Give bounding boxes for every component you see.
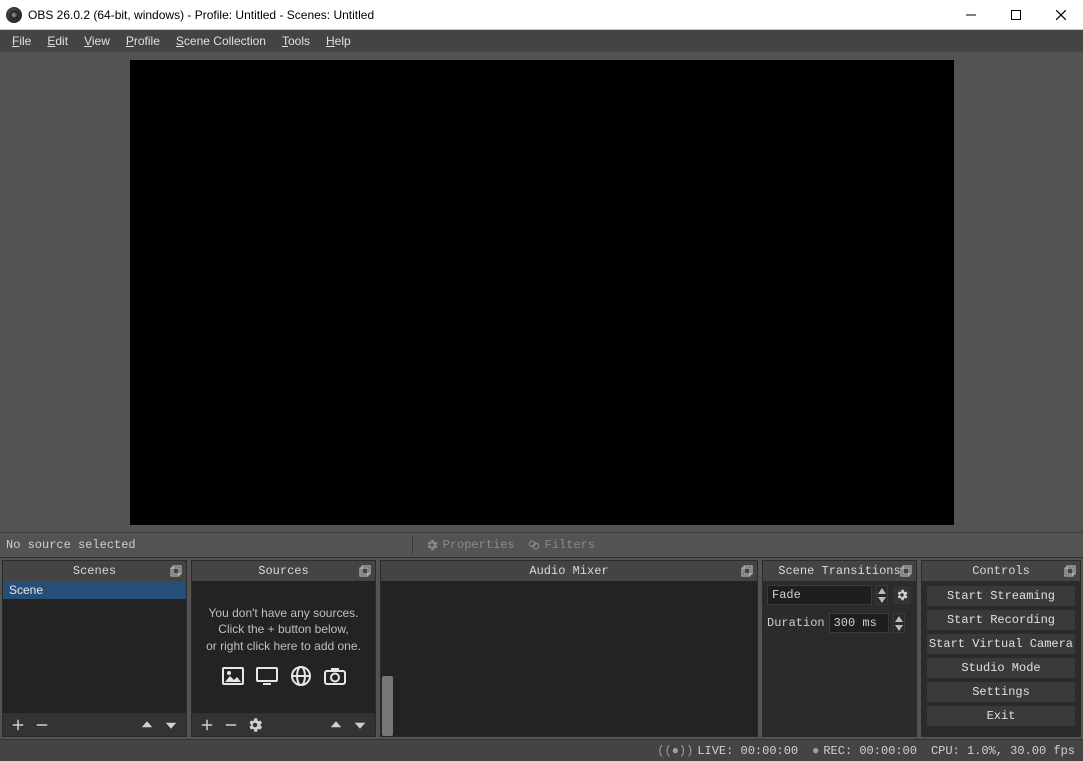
audio-mixer-title: Audio Mixer [529,564,608,578]
close-button[interactable] [1038,0,1083,30]
transition-select[interactable]: Fade [767,585,872,605]
properties-label: Properties [443,538,515,552]
status-rec-text: REC: 00:00:00 [823,744,917,758]
transition-duration-spinner[interactable] [893,613,905,633]
menu-help[interactable]: Help [318,32,359,50]
transitions-title: Scene Transitions [778,564,900,578]
transitions-header[interactable]: Scene Transitions [763,561,916,581]
scenes-dock: Scenes Scene [2,560,187,737]
scene-add-button[interactable] [7,715,29,735]
menu-profile[interactable]: Profile [118,32,168,50]
sources-popout-icon[interactable] [357,563,373,579]
start-streaming-button[interactable]: Start Streaming [926,585,1076,607]
sources-empty-placeholder[interactable]: You don't have any sources. Click the + … [192,581,375,712]
scenes-toolbar [3,712,186,736]
scene-move-down-button[interactable] [160,715,182,735]
source-add-button[interactable] [196,715,218,735]
controls-title: Controls [972,564,1030,578]
sources-empty-line1: You don't have any sources. [209,605,359,621]
exit-button[interactable]: Exit [926,705,1076,727]
toolbar-separator [412,536,413,554]
status-cpu-text: CPU: 1.0%, 30.00 fps [931,744,1075,758]
window-title: OBS 26.0.2 (64-bit, windows) - Profile: … [28,8,948,22]
start-virtual-camera-button[interactable]: Start Virtual Camera [926,633,1076,655]
audio-mixer-header[interactable]: Audio Mixer [381,561,757,581]
statusbar: ((●)) LIVE: 00:00:00 ● REC: 00:00:00 CPU… [0,739,1083,761]
controls-header[interactable]: Controls [922,561,1080,581]
scenes-dock-header[interactable]: Scenes [3,561,186,581]
menu-tools[interactable]: Tools [274,32,318,50]
audio-mixer-content[interactable] [381,581,757,676]
context-toolbar: No source selected Properties Filters [0,532,1083,558]
source-move-up-button[interactable] [325,715,347,735]
preview-canvas[interactable] [130,60,954,525]
menu-scene-collection[interactable]: Scene Collection [168,32,274,50]
no-source-selected-label: No source selected [6,538,136,552]
record-icon: ● [812,744,819,758]
sources-dock: Sources You don't have any sources. Clic… [191,560,376,737]
sources-title: Sources [258,564,308,578]
menu-file[interactable]: File [4,32,39,50]
camera-source-icon [321,664,349,688]
scenes-title: Scenes [73,564,116,578]
audio-mixer-scrollbar[interactable] [381,676,393,736]
transition-duration-input[interactable] [829,613,889,633]
broadcast-icon: ((●)) [657,744,693,758]
display-source-icon [253,664,281,688]
menu-edit[interactable]: Edit [39,32,76,50]
scene-remove-button[interactable] [31,715,53,735]
titlebar: OBS 26.0.2 (64-bit, windows) - Profile: … [0,0,1083,30]
controls-dock: Controls Start Streaming Start Recording… [921,560,1081,737]
scene-item[interactable]: Scene [3,581,186,599]
transition-select-spinner[interactable] [876,585,888,605]
filters-label: Filters [545,538,595,552]
settings-button[interactable]: Settings [926,681,1076,703]
dock-area: Scenes Scene Sources You d [0,558,1083,739]
transitions-dock: Scene Transitions Fade Duration [762,560,917,737]
status-live: ((●)) LIVE: 00:00:00 [657,744,798,758]
status-rec: ● REC: 00:00:00 [812,744,917,758]
image-source-icon [219,664,247,688]
sources-empty-line3: or right click here to add one. [206,638,361,654]
status-live-text: LIVE: 00:00:00 [697,744,798,758]
status-cpu: CPU: 1.0%, 30.00 fps [931,744,1075,758]
properties-button[interactable]: Properties [419,536,521,554]
scene-list[interactable]: Scene [3,581,186,712]
preview-area [0,52,1083,532]
scenes-popout-icon[interactable] [168,563,184,579]
audio-mixer-popout-icon[interactable] [739,563,755,579]
audio-mixer-dock: Audio Mixer [380,560,758,737]
transition-selected-label: Fade [772,588,801,602]
start-recording-button[interactable]: Start Recording [926,609,1076,631]
sources-toolbar [192,712,375,736]
menubar: File Edit View Profile Scene Collection … [0,30,1083,52]
transitions-popout-icon[interactable] [898,563,914,579]
maximize-button[interactable] [993,0,1038,30]
transition-properties-button[interactable] [892,585,912,605]
transition-duration-label: Duration [767,616,825,630]
filters-button[interactable]: Filters [521,536,601,554]
studio-mode-button[interactable]: Studio Mode [926,657,1076,679]
source-move-down-button[interactable] [349,715,371,735]
source-properties-button[interactable] [244,715,266,735]
scene-move-up-button[interactable] [136,715,158,735]
obs-logo-icon [6,7,22,23]
sources-empty-line2: Click the + button below, [218,621,348,637]
controls-popout-icon[interactable] [1062,563,1078,579]
menu-view[interactable]: View [76,32,118,50]
globe-source-icon [287,664,315,688]
minimize-button[interactable] [948,0,993,30]
source-remove-button[interactable] [220,715,242,735]
sources-dock-header[interactable]: Sources [192,561,375,581]
